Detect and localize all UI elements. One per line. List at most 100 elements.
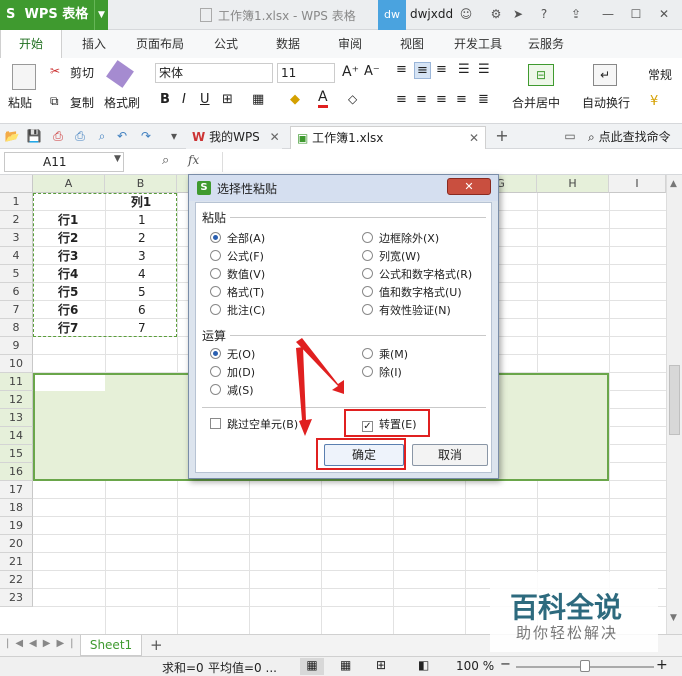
row-header[interactable]: 14: [0, 427, 33, 445]
radio-option[interactable]: 数值(V): [210, 267, 265, 283]
page-break-icon[interactable]: ⊞: [376, 658, 386, 672]
align-top-icon[interactable]: ≡: [396, 62, 407, 77]
radio-option[interactable]: 无(O): [210, 347, 255, 363]
zoom-slider-thumb[interactable]: [580, 660, 590, 672]
column-header[interactable]: I: [609, 175, 666, 193]
row-header[interactable]: 4: [0, 247, 33, 265]
share-icon[interactable]: ➤: [510, 6, 526, 22]
radio-icon[interactable]: [362, 366, 373, 377]
radio-option[interactable]: 全部(A): [210, 231, 265, 247]
table-row-label[interactable]: 行2: [58, 229, 78, 247]
radio-icon[interactable]: [362, 348, 373, 359]
scroll-down-icon[interactable]: ▼: [670, 613, 677, 623]
wrap-text-button[interactable]: 自动换行: [582, 94, 630, 111]
table-row-value[interactable]: 2: [138, 229, 146, 247]
cut-button[interactable]: 剪切: [70, 64, 94, 81]
row-header[interactable]: 22: [0, 571, 33, 589]
copy-button[interactable]: 复制: [70, 94, 94, 111]
tab-cloud[interactable]: 云服务: [520, 30, 572, 58]
radio-icon[interactable]: [210, 286, 221, 297]
row-header[interactable]: 20: [0, 535, 33, 553]
avatar[interactable]: dw: [378, 0, 406, 30]
row-header[interactable]: 9: [0, 337, 33, 355]
close-tab-icon[interactable]: ✕: [469, 127, 479, 149]
radio-icon[interactable]: [362, 286, 373, 297]
radio-option[interactable]: 格式(T): [210, 285, 264, 301]
format-painter-button[interactable]: 格式刷: [104, 94, 140, 111]
column-header[interactable]: A: [33, 175, 105, 193]
row-header[interactable]: 23: [0, 589, 33, 607]
row-header[interactable]: 6: [0, 283, 33, 301]
table-row-label[interactable]: 行3: [58, 247, 78, 265]
radio-icon[interactable]: [210, 268, 221, 279]
reading-mode-icon[interactable]: ◧: [418, 658, 429, 672]
tab-review[interactable]: 审阅: [326, 30, 374, 58]
radio-icon[interactable]: [210, 348, 221, 359]
settings-icon[interactable]: ⚙: [488, 6, 504, 22]
row-header[interactable]: 19: [0, 517, 33, 535]
border-icon[interactable]: ⊞: [222, 92, 233, 107]
align-center-icon[interactable]: ≡: [416, 92, 427, 107]
fx-icon[interactable]: fx: [188, 153, 199, 167]
zoom-formula-icon[interactable]: ⌕: [162, 153, 169, 168]
radio-icon[interactable]: [362, 232, 373, 243]
close-tab-icon[interactable]: ✕: [270, 130, 280, 144]
save-icon[interactable]: 💾: [26, 128, 42, 144]
table-row-value[interactable]: 3: [138, 247, 146, 265]
table-row-label[interactable]: 行4: [58, 265, 78, 283]
italic-icon[interactable]: I: [182, 92, 186, 107]
wrap-text-icon[interactable]: ↵: [593, 64, 617, 86]
table-row-value[interactable]: 1: [138, 211, 146, 229]
tab-page-layout[interactable]: 页面布局: [128, 30, 192, 58]
radio-icon[interactable]: [210, 384, 221, 395]
increase-font-icon[interactable]: A⁺: [342, 64, 359, 80]
skin-icon[interactable]: ☺: [458, 6, 474, 22]
undo-icon[interactable]: ↶: [114, 128, 130, 144]
format-painter-icon[interactable]: [106, 60, 134, 88]
table-row-label[interactable]: 行6: [58, 301, 78, 319]
tab-workbook[interactable]: ▣ 工作簿1.xlsx ✕: [290, 126, 486, 149]
tab-view[interactable]: 视图: [388, 30, 436, 58]
print-icon[interactable]: ⎙: [72, 128, 88, 144]
add-sheet-icon[interactable]: +: [150, 636, 163, 654]
radio-option[interactable]: 值和数字格式(U): [362, 285, 462, 301]
export-pdf-icon[interactable]: ⎙: [50, 128, 66, 144]
row-header[interactable]: 1: [0, 193, 33, 211]
tab-list-icon[interactable]: ▭: [562, 128, 578, 144]
radio-option[interactable]: 有效性验证(N): [362, 303, 451, 319]
cell-b1[interactable]: 列1: [105, 193, 177, 211]
radio-option[interactable]: 公式(F): [210, 249, 264, 265]
row-header[interactable]: 13: [0, 409, 33, 427]
font-color-icon[interactable]: A: [318, 90, 328, 108]
radio-icon[interactable]: [362, 268, 373, 279]
new-tab-icon[interactable]: +: [494, 128, 510, 144]
table-row-value[interactable]: 6: [138, 301, 146, 319]
username[interactable]: dwjxdd: [410, 7, 453, 21]
radio-option[interactable]: 加(D): [210, 365, 255, 381]
bold-icon[interactable]: B: [160, 92, 170, 107]
skip-blanks-checkbox[interactable]: 跳过空单元(B): [210, 417, 298, 433]
distribute-icon[interactable]: ≣: [478, 92, 489, 107]
name-box-chevron-icon[interactable]: ▼: [114, 154, 121, 164]
paste-icon[interactable]: [12, 64, 36, 90]
tab-my-wps[interactable]: W 我的WPS ✕: [186, 126, 282, 149]
fill-color-icon[interactable]: ◆: [290, 92, 300, 107]
align-left-icon[interactable]: ≡: [396, 92, 407, 107]
command-search[interactable]: ⌕ 点此查找命令: [588, 128, 671, 145]
tab-formulas[interactable]: 公式: [202, 30, 250, 58]
print-preview-icon[interactable]: ⌕: [94, 128, 110, 144]
copy-icon[interactable]: ⧉: [50, 94, 59, 109]
minimize-icon[interactable]: —: [600, 6, 616, 22]
number-format-select[interactable]: 常规: [648, 66, 672, 83]
justify-icon[interactable]: ≡: [456, 92, 467, 107]
orientation-icon[interactable]: ☰: [478, 62, 490, 77]
cell-style-icon[interactable]: ▦: [252, 92, 264, 107]
tab-developer[interactable]: 开发工具: [446, 30, 510, 58]
table-row-value[interactable]: 5: [138, 283, 146, 301]
chevron-down-icon[interactable]: ▼: [94, 0, 108, 30]
dialog-titlebar[interactable]: S 选择性粘贴 ✕: [189, 175, 498, 201]
scroll-up-icon[interactable]: ▲: [670, 179, 677, 189]
row-header[interactable]: 7: [0, 301, 33, 319]
column-header[interactable]: B: [105, 175, 177, 193]
formula-input[interactable]: [222, 152, 666, 172]
